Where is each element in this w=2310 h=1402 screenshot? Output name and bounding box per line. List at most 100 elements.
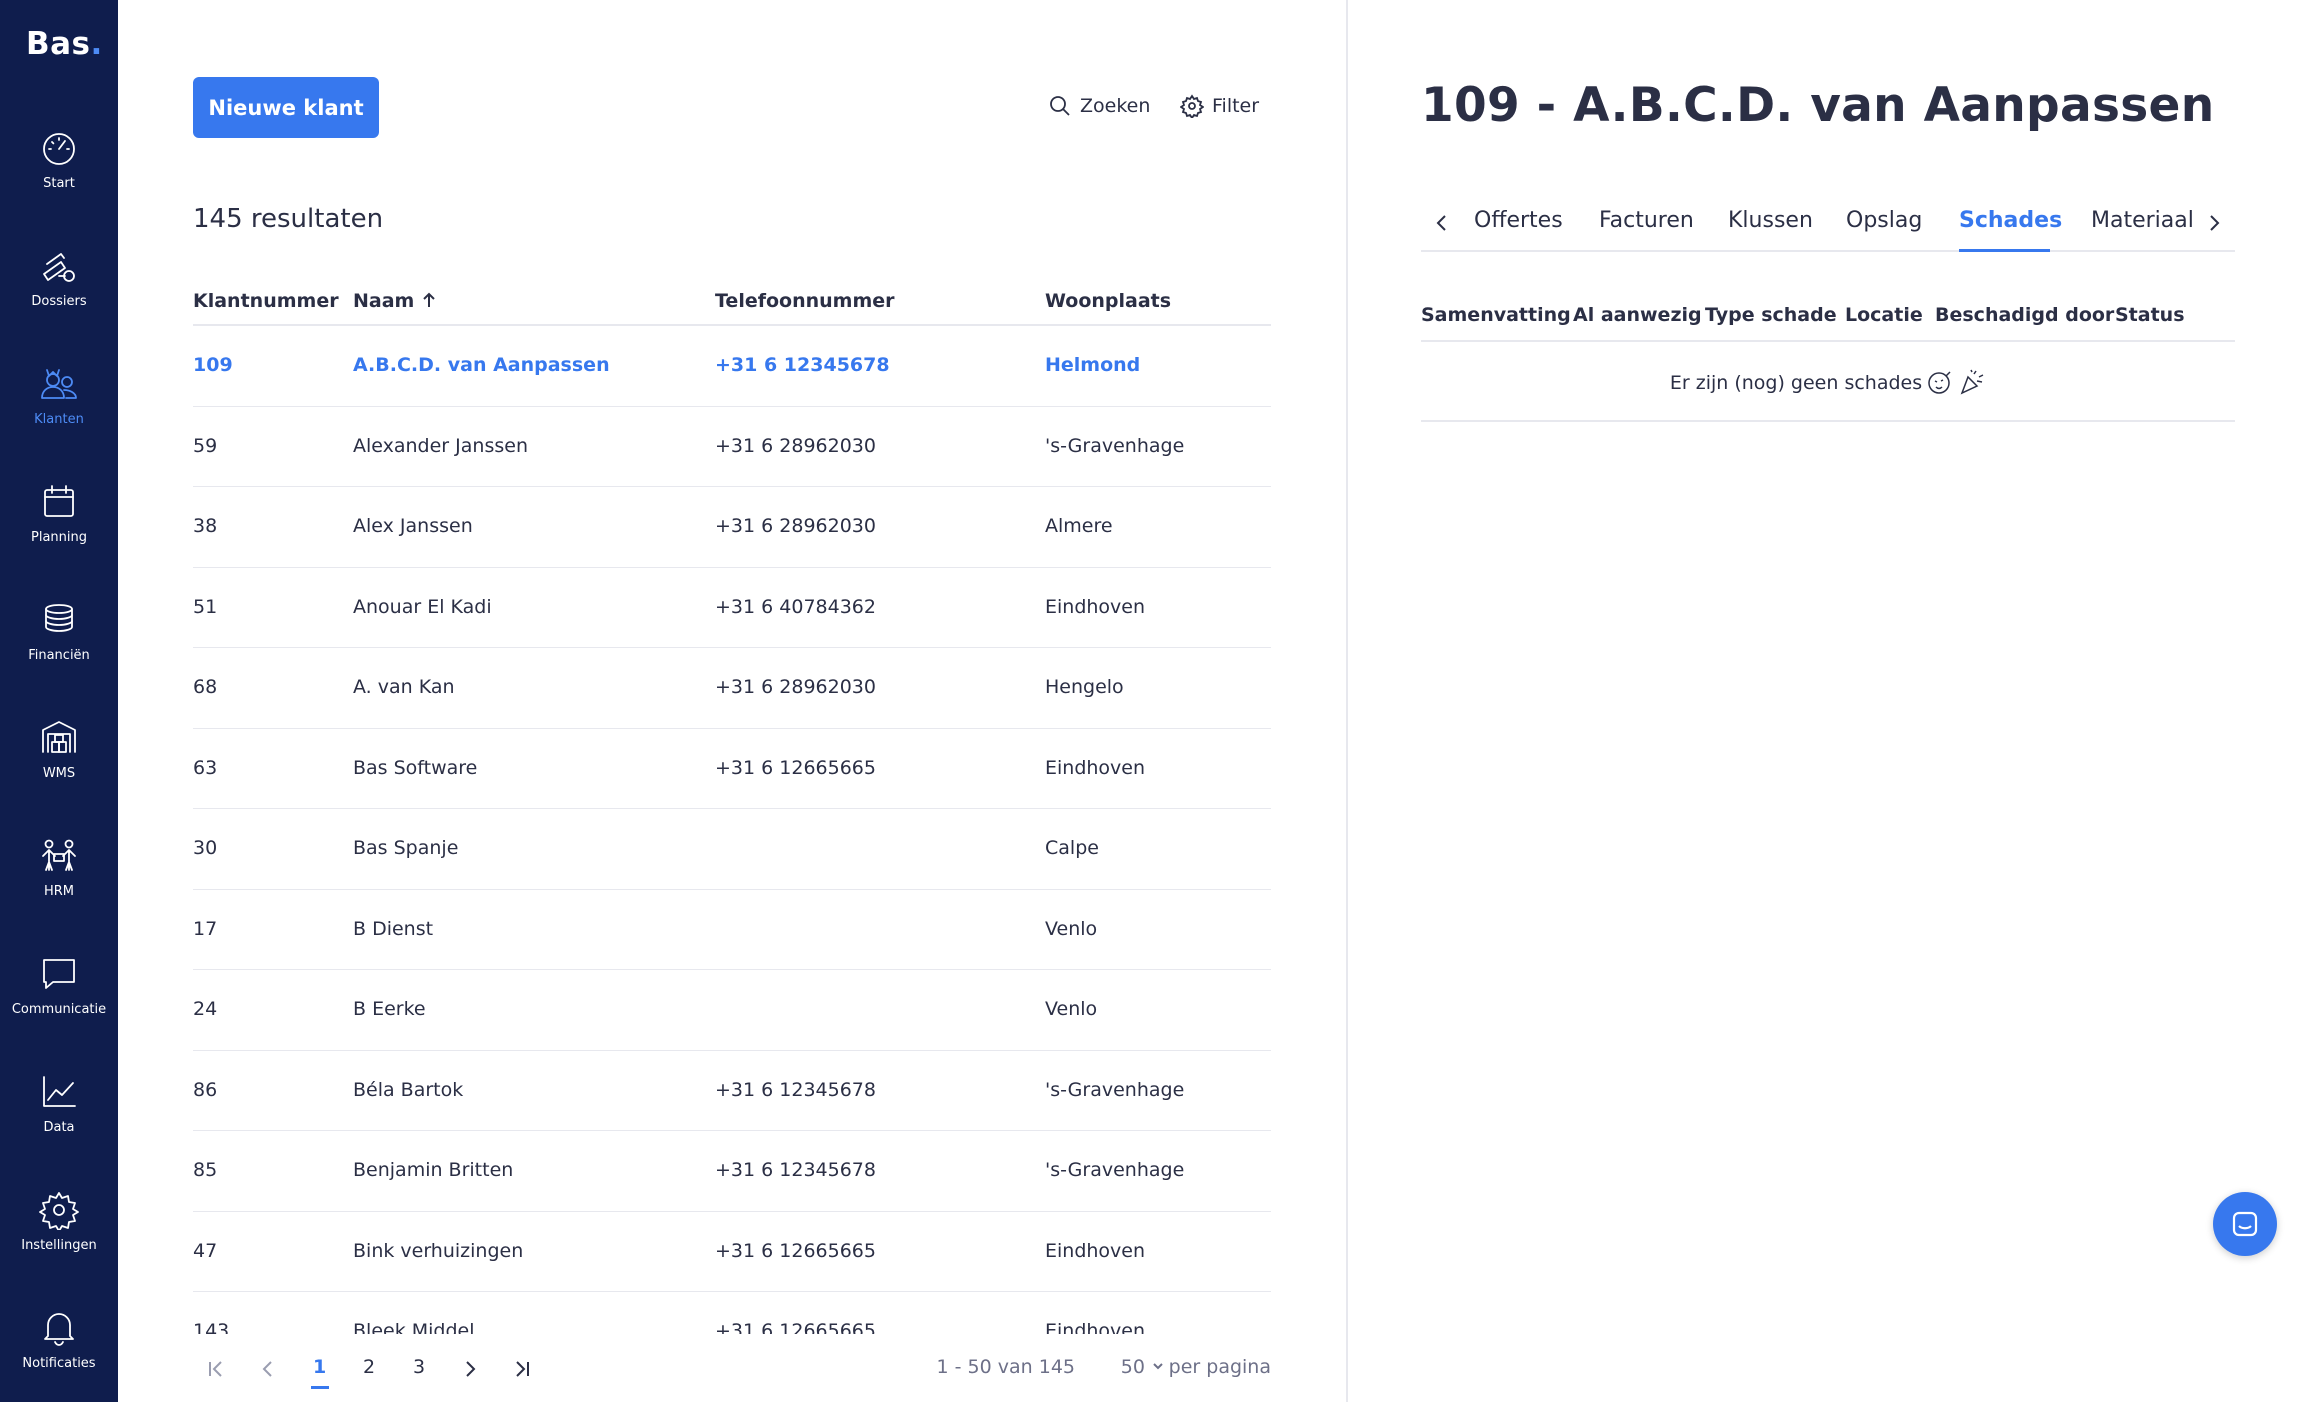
customer-phone: +31 6 12665665 xyxy=(715,756,876,779)
dossiers-icon xyxy=(43,253,75,282)
table-row[interactable]: 17 B Dienst Venlo xyxy=(193,890,1271,970)
chevron-left-icon[interactable] xyxy=(1431,212,1453,234)
sidebar-item-wms[interactable]: WMS xyxy=(0,718,118,818)
next-page-icon[interactable] xyxy=(459,1358,481,1380)
support-chat-button[interactable] xyxy=(2213,1192,2277,1256)
customer-detail-title: 109 - A.B.C.D. van Aanpassen xyxy=(1421,78,2215,133)
column-header-klantnummer[interactable]: Klantnummer xyxy=(193,290,339,312)
customer-number: 85 xyxy=(193,1159,218,1181)
first-page-icon[interactable] xyxy=(205,1358,227,1380)
customer-name: Bleek Middel xyxy=(353,1320,475,1334)
customer-name: Alexander Janssen xyxy=(353,434,528,457)
detail-tabs: Offertes Facturen Klussen Opslag Schades… xyxy=(1421,196,2235,252)
customer-number: 109 xyxy=(193,354,233,376)
customer-city: Helmond xyxy=(1045,354,1141,376)
tab-klussen[interactable]: Klussen xyxy=(1728,208,1813,233)
table-row[interactable]: 38 Alex Janssen +31 6 28962030 Almere xyxy=(193,487,1271,568)
empty-state: Er zijn (nog) geen schades xyxy=(1670,368,1986,396)
customer-number: 51 xyxy=(193,595,218,618)
sidebar-item-label: Start xyxy=(43,176,75,191)
table-row[interactable]: 51 Anouar El Kadi +31 6 40784362 Eindhoven xyxy=(193,568,1271,648)
column-header-beschadigd-door[interactable]: Beschadigd door xyxy=(1935,304,2114,326)
sidebar-item-label: Communicatie xyxy=(11,1002,107,1017)
table-row[interactable]: 24 B Eerke Venlo xyxy=(193,970,1271,1051)
customer-city: 's-Gravenhage xyxy=(1045,1078,1185,1101)
customer-name: B Dienst xyxy=(353,917,434,940)
pagination: 1 2 3 1 - 50 van 145 50 per pagina xyxy=(193,1352,1271,1389)
page-3[interactable]: 3 xyxy=(413,1356,425,1378)
table-row[interactable]: 68 A. van Kan +31 6 28962030 Hengelo xyxy=(193,648,1271,729)
sidebar-item-dossiers[interactable]: Dossiers xyxy=(0,246,118,346)
table-row[interactable]: 59 Alexander Janssen +31 6 28962030 's-Grav… xyxy=(193,407,1271,487)
customer-number: 143 xyxy=(193,1320,230,1334)
arrow-up-icon xyxy=(423,292,436,307)
customer-rows: 109 A.B.C.D. van Aanpassen +31 6 12345678 H… xyxy=(193,326,1271,1334)
column-header-samenvatting[interactable]: Samenvatting xyxy=(1421,304,1571,326)
table-row[interactable]: 47 Bink verhuizingen +31 6 12665665 Eindhov… xyxy=(193,1212,1271,1292)
sidebar-item-start[interactable]: Start xyxy=(0,128,118,228)
logo-text: Bas xyxy=(26,26,91,62)
customer-phone: +31 6 12345678 xyxy=(715,1078,876,1101)
sidebar-item-planning[interactable]: Planning xyxy=(0,482,118,582)
tab-schades[interactable]: Schades xyxy=(1959,208,2062,233)
customer-number: 38 xyxy=(193,515,218,537)
sidebar-item-klanten[interactable]: Klanten xyxy=(0,364,118,464)
sidebar-item-data[interactable]: Data xyxy=(0,1072,118,1172)
table-row[interactable]: 63 Bas Software +31 6 12665665 Eindhoven xyxy=(193,729,1271,809)
table-row[interactable]: 86 Béla Bartok +31 6 12345678 's-Gravenhage xyxy=(193,1051,1271,1131)
table-row[interactable]: 109 A.B.C.D. van Aanpassen +31 6 12345678 H… xyxy=(193,326,1271,407)
customers-icon xyxy=(41,369,77,399)
table-header: Klantnummer Naam Telefoonnummer Woonplaa… xyxy=(193,290,1271,326)
gear-icon xyxy=(1180,94,1204,118)
filter-button[interactable]: Filter xyxy=(1180,94,1259,118)
table-row[interactable]: 85 Benjamin Britten +31 6 12345678 's-Grave… xyxy=(193,1131,1271,1212)
sidebar-item-instellingen[interactable]: Instellingen xyxy=(0,1190,118,1290)
previous-page-icon[interactable] xyxy=(257,1358,279,1380)
sidebar-item-financien[interactable]: Financiën xyxy=(0,600,118,700)
column-header-locatie[interactable]: Locatie xyxy=(1845,304,1923,326)
sidebar-item-label: Data xyxy=(43,1120,75,1135)
chevron-right-icon[interactable] xyxy=(2203,212,2225,234)
column-header-type-schade[interactable]: Type schade xyxy=(1705,304,1837,326)
bell-icon xyxy=(44,1313,74,1346)
app-logo[interactable]: Bas. xyxy=(26,26,103,62)
tab-opslag[interactable]: Opslag xyxy=(1846,208,1922,233)
page-size-select[interactable]: 50 xyxy=(1121,1356,1165,1378)
results-count: 145 resultaten xyxy=(193,204,384,234)
customer-city: Venlo xyxy=(1045,917,1098,940)
tab-facturen[interactable]: Facturen xyxy=(1599,208,1694,233)
new-customer-button[interactable]: Nieuwe klant xyxy=(193,77,379,138)
page-1[interactable]: 1 xyxy=(313,1356,326,1378)
people-icon xyxy=(42,839,76,871)
page-2[interactable]: 2 xyxy=(363,1356,375,1378)
sidebar-item-label: Notificaties xyxy=(22,1356,96,1371)
sidebar-item-hrm[interactable]: HRM xyxy=(0,836,118,936)
column-header-woonplaats[interactable]: Woonplaats xyxy=(1045,290,1171,312)
table-row[interactable]: 30 Bas Spanje Calpe xyxy=(193,809,1271,890)
customer-city: Venlo xyxy=(1045,998,1098,1020)
pagination-range: 1 - 50 van 145 xyxy=(936,1356,1075,1378)
last-page-icon[interactable] xyxy=(511,1358,533,1380)
tab-materiaal[interactable]: Materiaal xyxy=(2091,208,2194,233)
sidebar-item-communicatie[interactable]: Communicatie xyxy=(0,954,118,1054)
sidebar-item-label: Dossiers xyxy=(31,294,87,309)
tab-offertes[interactable]: Offertes xyxy=(1474,208,1563,233)
customer-name: Alex Janssen xyxy=(353,515,473,537)
chat-bubble-icon xyxy=(43,959,75,989)
table-row[interactable]: 143 Bleek Middel +31 6 12665665 Eindhoven xyxy=(193,1292,1271,1334)
logo-dot: . xyxy=(90,26,103,62)
column-header-telefoonnummer[interactable]: Telefoonnummer xyxy=(715,290,895,312)
search-button[interactable]: Zoeken xyxy=(1048,94,1150,118)
column-header-naam[interactable]: Naam xyxy=(353,290,438,312)
customer-detail-panel: 109 - A.B.C.D. van Aanpassen Offertes Fa… xyxy=(1348,0,2310,1402)
sidebar-item-label: Planning xyxy=(31,530,87,545)
customer-phone: +31 6 12665665 xyxy=(715,1239,876,1262)
dashboard-gauge-icon xyxy=(43,133,75,165)
sidebar-item-notificaties[interactable]: Notificaties xyxy=(0,1308,118,1402)
party-face-icon xyxy=(1928,371,1951,394)
customer-name: B Eerke xyxy=(353,998,426,1020)
customer-phone: +31 6 28962030 xyxy=(715,676,876,698)
calendar-icon xyxy=(44,485,74,517)
column-header-al-aanwezig[interactable]: Al aanwezig xyxy=(1573,304,1702,326)
column-header-status[interactable]: Status xyxy=(2115,304,2185,326)
